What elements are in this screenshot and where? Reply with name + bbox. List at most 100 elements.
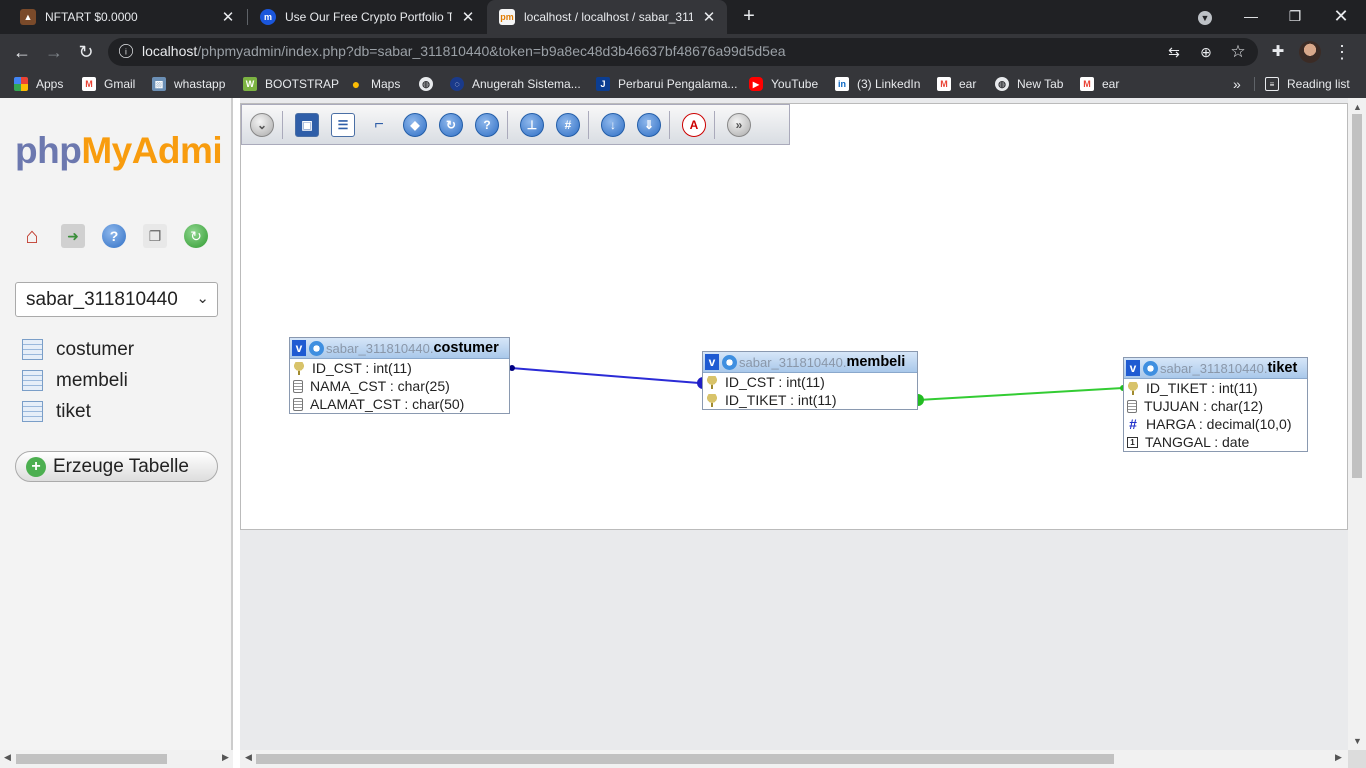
tab-title: NFTART $0.0000 (45, 10, 138, 24)
column-row[interactable]: ID_CST : int(11) (703, 373, 917, 391)
column-label: ID_CST : int(11) (725, 374, 825, 390)
close-tab-icon[interactable]: ✕ (701, 8, 717, 26)
toggle-columns-icon[interactable]: v (1126, 360, 1140, 376)
database-select[interactable]: sabar_311810440 ⌄ (15, 282, 218, 317)
close-window-button[interactable]: ✕ (1318, 0, 1364, 34)
nftart-favicon-icon: ▲ (20, 9, 36, 25)
forward-arrow-icon[interactable]: → (41, 39, 67, 65)
bookmark-new-tab[interactable]: ◍ New Tab (995, 75, 1063, 93)
scroll-right-arrow-icon[interactable]: ▶ (222, 752, 229, 763)
bookmark-whastapp[interactable]: ▨ whastapp (152, 75, 225, 93)
profile-avatar[interactable] (1299, 41, 1321, 63)
tab-search-icon[interactable]: ▼ (1182, 0, 1228, 34)
date-column-icon: 1 (1127, 436, 1138, 448)
list-item-tiket[interactable]: tiket (22, 396, 134, 427)
menu-kebab-icon[interactable]: ⋮ (1329, 39, 1355, 65)
reload-navigation-icon[interactable]: ↻ (184, 224, 208, 248)
designer-table-membeli[interactable]: v sabar_311810440. membeli ID_CST : int(1… (702, 351, 918, 410)
bookmark-label: ear (1102, 77, 1120, 91)
column-row[interactable]: ID_TIKET : int(11) (1124, 379, 1307, 397)
sidebar-horizontal-scrollbar[interactable]: ◀ ▶ (0, 750, 233, 768)
table-options-icon[interactable] (722, 354, 737, 370)
zoom-icon[interactable]: ⊕ (1195, 41, 1217, 63)
tab-title: localhost / localhost / sabar_3118 (524, 10, 693, 24)
table-header[interactable]: v sabar_311810440. costumer (290, 338, 509, 359)
tab-nftart[interactable]: ▲ NFTART $0.0000 ✕ (8, 0, 246, 34)
scrollbar-thumb[interactable] (1352, 114, 1362, 478)
list-item-costumer[interactable]: costumer (22, 334, 134, 365)
scroll-left-arrow-icon[interactable]: ◀ (245, 752, 252, 763)
bookmark-perbarui[interactable]: J Perbarui Pengalama... (596, 75, 737, 93)
bookmark-youtube[interactable]: ▶ YouTube (749, 75, 818, 93)
copy-docs-icon[interactable]: ❐ (143, 224, 167, 248)
bookmark-label: Maps (371, 77, 401, 91)
bookmark-apps[interactable]: Apps (14, 75, 63, 93)
column-row[interactable]: 1 TANGGAL : date (1124, 433, 1307, 451)
globe-icon: ◍ (419, 77, 433, 91)
column-label: ID_TIKET : int(11) (725, 392, 837, 408)
column-label: ID_TIKET : int(11) (1146, 380, 1258, 396)
close-tab-icon[interactable]: ✕ (220, 8, 236, 26)
bookmark-label: BOOTSTRAP (265, 77, 340, 91)
scroll-left-arrow-icon[interactable]: ◀ (4, 752, 11, 763)
new-tab-button[interactable]: + (737, 4, 761, 28)
scroll-right-arrow-icon[interactable]: ▶ (1335, 752, 1342, 763)
list-item-membeli[interactable]: membeli (22, 365, 134, 396)
gmail-icon: M (937, 77, 951, 91)
scroll-up-arrow-icon[interactable]: ▲ (1353, 102, 1362, 112)
bookmarks-overflow-button[interactable]: » (1233, 75, 1241, 93)
bookmark-anugerah[interactable]: ◌ Anugerah Sistema... (450, 75, 581, 93)
tab-title: Use Our Free Crypto Portfolio Tra (285, 10, 452, 24)
scrollbar-thumb[interactable] (16, 754, 167, 764)
bookmark-globe[interactable]: ◍ (419, 75, 441, 93)
main-horizontal-scrollbar[interactable]: ◀ ▶ (240, 750, 1348, 768)
logout-icon[interactable]: ➜ (61, 224, 85, 248)
url-text[interactable]: localhost/phpmyadmin/index.php?db=sabar_… (142, 43, 786, 59)
primary-key-icon (706, 375, 718, 389)
tab-phpmyadmin[interactable]: pm localhost / localhost / sabar_3118 ✕ (487, 0, 727, 34)
help-icon[interactable]: ? (102, 224, 126, 248)
reading-list-button[interactable]: ≡ Reading list (1265, 75, 1350, 93)
designer-table-costumer[interactable]: v sabar_311810440. costumer ID_CST : int(… (289, 337, 510, 414)
j-icon: J (596, 77, 610, 91)
bookmark-gmail[interactable]: M Gmail (82, 75, 135, 93)
home-icon[interactable]: ⌂ (20, 223, 44, 248)
table-options-icon[interactable] (1143, 360, 1158, 376)
designer-table-tiket[interactable]: v sabar_311810440. tiket ID_TIKET : int(1… (1123, 357, 1308, 452)
table-header[interactable]: v sabar_311810440. tiket (1124, 358, 1307, 379)
tab-crypto-portfolio[interactable]: m Use Our Free Crypto Portfolio Tra ✕ (248, 0, 486, 34)
create-table-button[interactable]: + Erzeuge Tabelle (15, 451, 218, 482)
table-db-name: sabar_311810440. (326, 340, 434, 356)
column-row[interactable]: ID_TIKET : int(11) (703, 391, 917, 409)
close-tab-icon[interactable]: ✕ (460, 8, 476, 26)
scrollbar-thumb[interactable] (256, 754, 1114, 764)
main-vertical-scrollbar[interactable]: ▲ ▼ (1348, 98, 1366, 750)
restore-button[interactable]: ❐ (1272, 0, 1318, 34)
bookmark-maps[interactable]: ● Maps (349, 75, 401, 93)
scroll-down-arrow-icon[interactable]: ▼ (1353, 736, 1362, 746)
bookmark-ear-2[interactable]: M ear (1080, 75, 1119, 93)
column-row[interactable]: TUJUAN : char(12) (1124, 397, 1307, 415)
reload-icon[interactable]: ↻ (73, 39, 99, 65)
page-viewport: phpMyAdmi ⌂ ➜ ? ❐ ↻ sabar_311810440 ⌄ co… (0, 98, 1366, 768)
bookmark-ear-1[interactable]: M ear (937, 75, 976, 93)
column-row[interactable]: ALAMAT_CST : char(50) (290, 395, 509, 413)
toggle-columns-icon[interactable]: v (292, 340, 306, 356)
toggle-columns-icon[interactable]: v (705, 354, 719, 370)
back-arrow-icon[interactable]: ← (9, 39, 35, 65)
column-row[interactable]: ID_CST : int(11) (290, 359, 509, 377)
navigation-sidebar: phpMyAdmi ⌂ ➜ ? ❐ ↻ sabar_311810440 ⌄ co… (0, 98, 233, 750)
bookmark-linkedin[interactable]: in (3) LinkedIn (835, 75, 920, 93)
column-row[interactable]: # HARGA : decimal(10,0) (1124, 415, 1307, 433)
phpmyadmin-logo[interactable]: phpMyAdmi (15, 130, 223, 172)
extensions-puzzle-icon[interactable]: ✚ (1265, 39, 1291, 65)
bookmark-bootstrap[interactable]: W BOOTSTRAP (243, 75, 339, 93)
column-row[interactable]: NAMA_CST : char(25) (290, 377, 509, 395)
table-options-icon[interactable] (309, 340, 324, 356)
minimize-button[interactable]: — (1228, 0, 1274, 34)
table-header[interactable]: v sabar_311810440. membeli (703, 352, 917, 373)
translate-icon[interactable]: ⇆ (1163, 41, 1185, 63)
reading-list-label: Reading list (1287, 77, 1350, 91)
site-info-icon[interactable]: i (119, 44, 133, 58)
bookmark-star-icon[interactable]: ☆ (1227, 41, 1249, 63)
